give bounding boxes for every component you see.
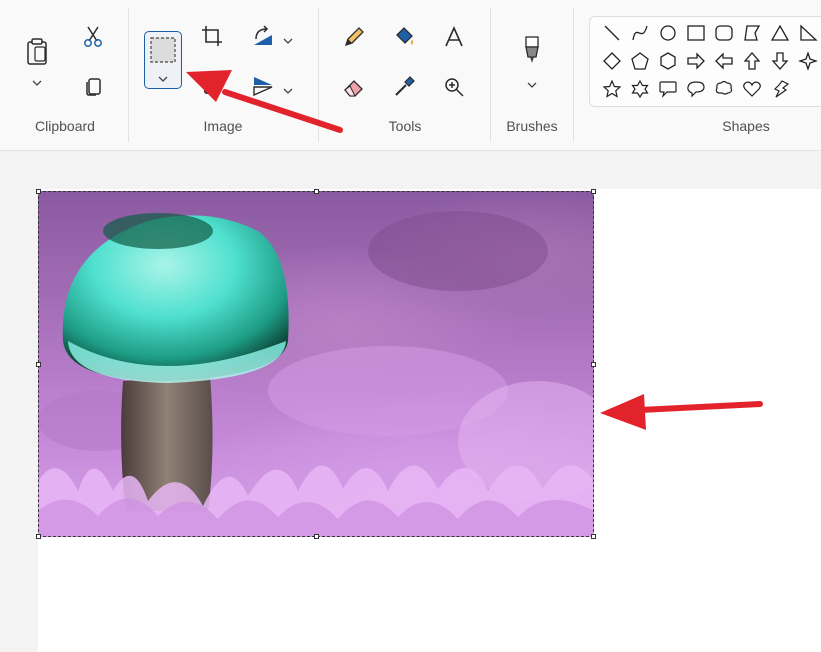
tools-group-label: Tools — [388, 118, 422, 134]
flip-icon — [253, 77, 273, 96]
fill-button[interactable] — [390, 23, 418, 51]
scissors-icon — [84, 26, 102, 47]
five-point-star-shape-icon[interactable] — [600, 78, 624, 100]
lightning-shape-icon[interactable] — [768, 78, 792, 100]
selection-handle[interactable] — [36, 534, 41, 539]
ribbon-toolbar: Clipboard Image Tools Brushes Shapes — [0, 0, 821, 151]
oval-callout-shape-icon[interactable] — [684, 78, 708, 100]
ribbon-separator — [490, 8, 491, 142]
paste-button[interactable] — [20, 34, 54, 68]
polygon-shape-icon[interactable] — [740, 22, 764, 44]
brush-button[interactable] — [518, 34, 546, 66]
rotate-dropdown-chevron-icon[interactable] — [283, 32, 293, 50]
ribbon-separator — [573, 8, 574, 142]
selection-handle[interactable] — [591, 189, 596, 194]
color-picker-icon — [395, 76, 415, 96]
clipboard-group-label: Clipboard — [35, 118, 95, 134]
pentagon-shape-icon[interactable] — [628, 50, 652, 72]
six-point-star-shape-icon[interactable] — [628, 78, 652, 100]
shapes-group-label: Shapes — [722, 118, 770, 134]
brush-icon — [525, 36, 539, 63]
curve-shape-icon[interactable] — [628, 22, 652, 44]
pencil-icon — [344, 27, 364, 47]
selection-handle[interactable] — [591, 534, 596, 539]
brush-dropdown-chevron-icon[interactable] — [527, 76, 537, 94]
paste-dropdown-chevron-icon[interactable] — [32, 74, 42, 92]
heart-shape-icon[interactable] — [740, 78, 764, 100]
ribbon-separator — [128, 8, 129, 142]
cloud-callout-shape-icon[interactable] — [712, 78, 736, 100]
color-picker-button[interactable] — [390, 73, 418, 101]
hexagon-shape-icon[interactable] — [656, 50, 680, 72]
select-button[interactable] — [144, 31, 182, 89]
resize-button[interactable] — [199, 74, 225, 100]
down-arrow-shape-icon[interactable] — [768, 50, 792, 72]
copy-icon — [86, 78, 101, 96]
rotate-icon — [254, 25, 272, 45]
selection-handle[interactable] — [314, 534, 319, 539]
rectangle-shape-icon[interactable] — [684, 22, 708, 44]
eraser-icon — [344, 80, 363, 97]
brushes-group-label: Brushes — [506, 118, 558, 134]
mushroom-photo-graphic — [38, 211, 594, 537]
text-button[interactable] — [440, 23, 468, 51]
triangle-shape-icon[interactable] — [768, 22, 792, 44]
rounded-rectangle-shape-icon[interactable] — [712, 22, 736, 44]
right-arrow-shape-icon[interactable] — [684, 50, 708, 72]
right-triangle-shape-icon[interactable] — [796, 22, 820, 44]
image-group-label: Image — [203, 118, 243, 134]
oval-shape-icon[interactable] — [656, 22, 680, 44]
copy-button[interactable] — [80, 73, 106, 99]
flip-dropdown-chevron-icon[interactable] — [283, 82, 293, 100]
rectangle-select-icon — [150, 37, 176, 63]
selection-handle[interactable] — [591, 362, 596, 367]
flip-button[interactable] — [249, 72, 277, 98]
crop-icon — [202, 26, 222, 46]
cut-button[interactable] — [80, 24, 106, 50]
up-arrow-shape-icon[interactable] — [740, 50, 764, 72]
selection-handle[interactable] — [36, 189, 41, 194]
rotate-button[interactable] — [249, 23, 277, 49]
crop-button[interactable] — [199, 23, 225, 49]
fill-bucket-icon — [396, 27, 413, 45]
line-shape-icon[interactable] — [600, 22, 624, 44]
shapes-gallery — [589, 16, 821, 107]
four-point-star-shape-icon[interactable] — [796, 50, 820, 72]
resize-icon — [204, 82, 220, 94]
selection-handle[interactable] — [314, 189, 319, 194]
ribbon-separator — [318, 8, 319, 142]
eraser-button[interactable] — [340, 73, 368, 101]
mushroom-image[interactable] — [38, 191, 594, 537]
text-icon — [445, 26, 463, 47]
rectangular-callout-shape-icon[interactable] — [656, 78, 680, 100]
left-arrow-shape-icon[interactable] — [712, 50, 736, 72]
paste-icon — [27, 38, 47, 65]
magnifier-button[interactable] — [440, 73, 468, 101]
selection-handle[interactable] — [36, 362, 41, 367]
pencil-button[interactable] — [340, 23, 368, 51]
diamond-shape-icon[interactable] — [600, 50, 624, 72]
select-dropdown-chevron-icon[interactable] — [158, 76, 168, 83]
magnifier-icon — [445, 78, 464, 97]
